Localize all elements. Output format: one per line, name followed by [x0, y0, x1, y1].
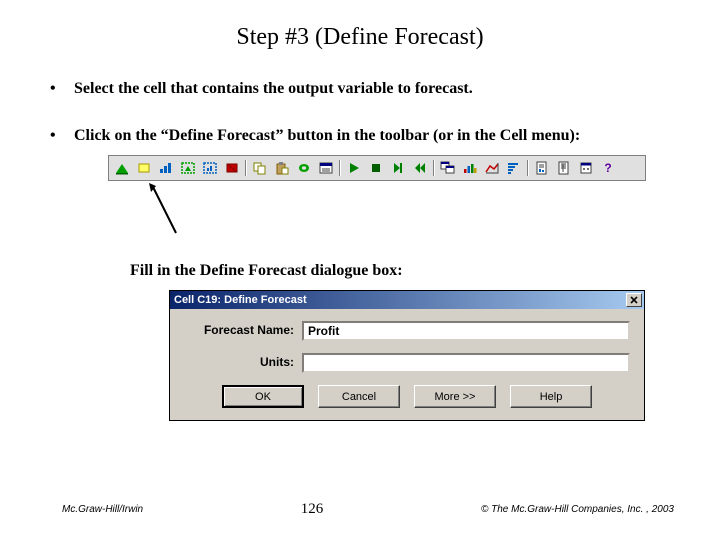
sensitivity-button[interactable]: [503, 158, 525, 178]
page-number: 126: [301, 501, 324, 518]
define-forecast-dialog: Cell C19: Define Forecast Forecast Name:…: [169, 290, 645, 421]
run-prefs-button[interactable]: [575, 158, 597, 178]
run-button[interactable]: [343, 158, 365, 178]
clear-data-button[interactable]: [293, 158, 315, 178]
crystal-ball-toolbar: ?: [108, 155, 646, 181]
footer-left: Mc.Graw-Hill/Irwin: [62, 504, 143, 515]
overlay-chart-icon: [462, 161, 478, 175]
reset-icon: [412, 161, 428, 175]
cancel-button[interactable]: Cancel: [318, 385, 400, 408]
overlay-chart-button[interactable]: [459, 158, 481, 178]
paste-data-button[interactable]: [271, 158, 293, 178]
cell-prefs-button[interactable]: [315, 158, 337, 178]
run-icon: [346, 161, 362, 175]
footer-right: © The Mc.Graw-Hill Companies, Inc. , 200…: [481, 504, 674, 515]
trend-chart-button[interactable]: [481, 158, 503, 178]
forecast-windows-icon: [440, 161, 456, 175]
callout-arrow: [146, 183, 196, 237]
define-forecast-button[interactable]: [155, 158, 177, 178]
page-title: Step #3 (Define Forecast): [40, 24, 680, 51]
svg-text:?: ?: [604, 161, 611, 175]
close-icon: [630, 296, 638, 304]
trend-chart-icon: [484, 161, 500, 175]
slide-footer: Mc.Graw-Hill/Irwin 126 © The Mc.Graw-Hil…: [0, 501, 720, 518]
extract-data-icon: [556, 161, 572, 175]
units-input[interactable]: [302, 353, 630, 373]
define-decision-icon: [136, 161, 152, 175]
units-label: Units:: [184, 355, 302, 371]
bullet-2: Click on the “Define Forecast” button in…: [48, 126, 680, 421]
copy-data-button[interactable]: [249, 158, 271, 178]
bullet-2-text: Click on the “Define Forecast” button in…: [74, 127, 580, 144]
dialog-titlebar[interactable]: Cell C19: Define Forecast: [170, 291, 644, 309]
copy-data-icon: [252, 161, 268, 175]
bullet-1: Select the cell that contains the output…: [48, 79, 680, 100]
extract-data-button[interactable]: [553, 158, 575, 178]
freeze-icon: [224, 161, 240, 175]
stop-icon: [368, 161, 384, 175]
select-forecasts-icon: [202, 161, 218, 175]
dialog-close-button[interactable]: [626, 293, 642, 307]
clear-data-icon: [296, 161, 312, 175]
more-button[interactable]: More >>: [414, 385, 496, 408]
select-assumptions-button[interactable]: [177, 158, 199, 178]
cell-prefs-icon: [318, 161, 334, 175]
stop-button[interactable]: [365, 158, 387, 178]
create-report-icon: [534, 161, 550, 175]
create-report-button[interactable]: [531, 158, 553, 178]
dialog-body: Forecast Name: Profit Units: OK Cancel M…: [170, 309, 644, 420]
dialog-button-row: OK Cancel More >> Help: [184, 385, 630, 408]
select-assumptions-icon: [180, 161, 196, 175]
forecast-name-label: Forecast Name:: [184, 323, 302, 339]
bullet-list: Select the cell that contains the output…: [48, 79, 680, 421]
define-assumption-button[interactable]: [111, 158, 133, 178]
sensitivity-icon: [506, 161, 522, 175]
run-prefs-icon: [578, 161, 594, 175]
freeze-button[interactable]: [221, 158, 243, 178]
fill-in-text: Fill in the Define Forecast dialogue box…: [130, 261, 680, 282]
ok-button[interactable]: OK: [222, 385, 304, 408]
forecast-windows-button[interactable]: [437, 158, 459, 178]
dialog-title: Cell C19: Define Forecast: [174, 293, 307, 307]
reset-button[interactable]: [409, 158, 431, 178]
forecast-name-input[interactable]: Profit: [302, 321, 630, 341]
help-icon: ?: [600, 161, 616, 175]
single-step-icon: [390, 161, 406, 175]
define-decision-button[interactable]: [133, 158, 155, 178]
define-forecast-icon: [158, 161, 174, 175]
paste-data-icon: [274, 161, 290, 175]
crystal-ball-toolbar-container: ?: [108, 155, 646, 181]
single-step-button[interactable]: [387, 158, 409, 178]
select-forecasts-button[interactable]: [199, 158, 221, 178]
define-assumption-icon: [114, 161, 130, 175]
help-dialog-button[interactable]: Help: [510, 385, 592, 408]
slide: Step #3 (Define Forecast) Select the cel…: [0, 0, 720, 540]
help-button[interactable]: ?: [597, 158, 619, 178]
